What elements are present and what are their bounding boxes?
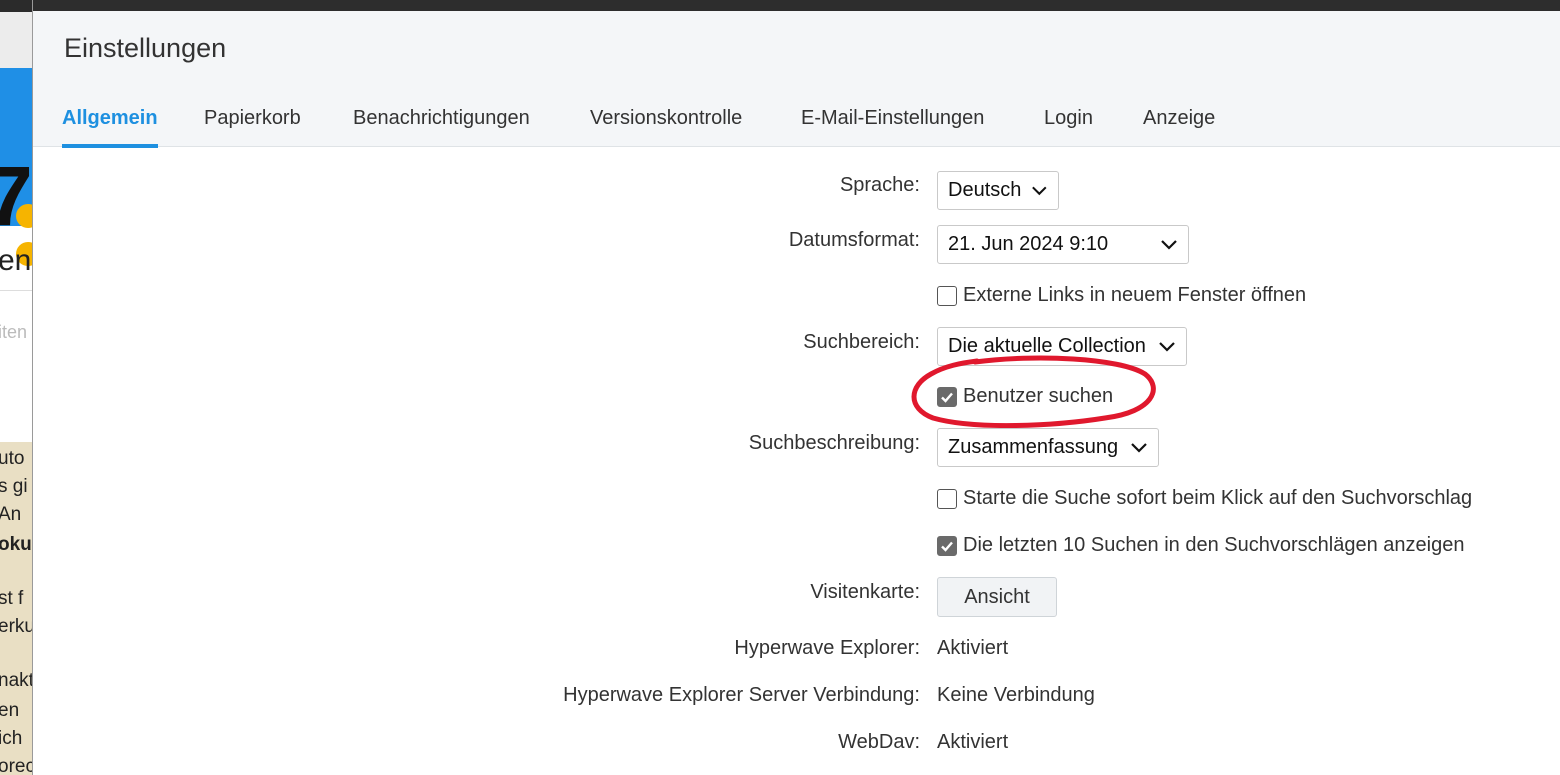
search-description-select-value: Zusammenfassung: [948, 436, 1119, 458]
chevron-down-icon: [1159, 341, 1175, 352]
dialog-topbar: [33, 0, 1560, 11]
search-description-label: Suchbeschreibung:: [748, 432, 920, 454]
search-users-checkbox[interactable]: [937, 386, 957, 407]
background-text-line: nakt: [0, 670, 32, 691]
instant-search-checkbox[interactable]: [937, 488, 957, 509]
language-select[interactable]: Deutsch: [937, 171, 1059, 210]
background-text-line: orec: [0, 756, 32, 775]
date-format-select[interactable]: 21. Jun 2024 9:10: [937, 225, 1189, 264]
tab-benachrichtigungen[interactable]: Benachrichtigungen: [353, 103, 530, 147]
hw-server-value: Keine Verbindung: [937, 684, 1095, 706]
search-scope-select[interactable]: Die aktuelle Collection: [937, 327, 1187, 366]
search-scope-label: Suchbereich:: [803, 331, 920, 353]
background-heading: en: [0, 244, 32, 277]
hw-explorer-label: Hyperwave Explorer:: [734, 637, 920, 659]
background-faint-text: iten: [0, 322, 28, 342]
recent-searches-option[interactable]: Die letzten 10 Suchen in den Suchvorschl…: [937, 534, 1464, 557]
tab-anzeige[interactable]: Anzeige: [1143, 103, 1215, 147]
background-text-line: uto: [0, 448, 25, 469]
background-text-line: s gi: [0, 476, 28, 497]
background-divider: [0, 290, 32, 291]
language-select-value: Deutsch: [948, 179, 1022, 201]
language-label: Sprache:: [839, 174, 920, 196]
tab-versionskontrolle[interactable]: Versionskontrolle: [590, 103, 742, 147]
instant-search-option[interactable]: Starte die Suche sofort beim Klick auf d…: [937, 487, 1472, 510]
tab-allgemein[interactable]: Allgemein: [62, 103, 158, 148]
search-users-option[interactable]: Benutzer suchen: [937, 385, 1113, 408]
external-links-checkbox[interactable]: [937, 285, 957, 306]
dialog-header: Einstellungen Allgemein Papierkorb Benac…: [33, 11, 1560, 148]
background-text-line: oku: [0, 534, 32, 555]
business-card-label: Visitenkarte:: [810, 581, 920, 603]
dialog-title: Einstellungen: [64, 33, 227, 63]
tab-papierkorb[interactable]: Papierkorb: [204, 103, 301, 147]
background-header: [0, 12, 32, 68]
chevron-down-icon: [1131, 442, 1147, 453]
background-page: 7 en iten uto s gi An oku st f erku nakt…: [0, 0, 32, 775]
background-banner: 7: [0, 68, 32, 266]
background-text-panel: uto s gi An oku st f erku nakt en ich or…: [0, 442, 32, 775]
background-topbar: [0, 0, 32, 12]
background-text-line: ich: [0, 728, 23, 749]
chevron-down-icon: [1161, 239, 1177, 250]
search-users-label: Benutzer suchen: [963, 385, 1114, 407]
chevron-down-icon: [1032, 186, 1047, 195]
webdav-label: WebDav:: [838, 731, 920, 753]
recent-searches-checkbox[interactable]: [937, 535, 957, 556]
checkmark-icon: [941, 541, 953, 552]
hw-server-label: Hyperwave Explorer Server Verbindung:: [563, 684, 920, 706]
search-description-select[interactable]: Zusammenfassung: [937, 428, 1159, 467]
background-text-line: erku: [0, 616, 32, 637]
search-scope-select-value: Die aktuelle Collection: [948, 335, 1146, 357]
business-card-view-button[interactable]: Ansicht: [937, 577, 1057, 617]
tab-login[interactable]: Login: [1044, 103, 1093, 147]
date-format-label: Datumsformat:: [788, 229, 920, 251]
background-text-line: en: [0, 700, 20, 721]
date-format-select-value: 21. Jun 2024 9:10: [948, 233, 1109, 255]
external-links-label: Externe Links in neuem Fenster öffnen: [963, 284, 1307, 306]
tab-email-einstellungen[interactable]: E-Mail-Einstellungen: [801, 103, 984, 147]
external-links-option[interactable]: Externe Links in neuem Fenster öffnen: [937, 284, 1306, 307]
recent-searches-label: Die letzten 10 Suchen in den Suchvorschl…: [963, 534, 1465, 556]
background-text-line: st f: [0, 588, 24, 609]
instant-search-label: Starte die Suche sofort beim Klick auf d…: [963, 487, 1473, 509]
hw-explorer-value: Aktiviert: [937, 637, 1009, 659]
webdav-value: Aktiviert: [937, 731, 1009, 753]
background-text-line: An: [0, 504, 22, 525]
settings-dialog: Einstellungen Allgemein Papierkorb Benac…: [32, 0, 1560, 775]
checkmark-icon: [941, 392, 953, 403]
